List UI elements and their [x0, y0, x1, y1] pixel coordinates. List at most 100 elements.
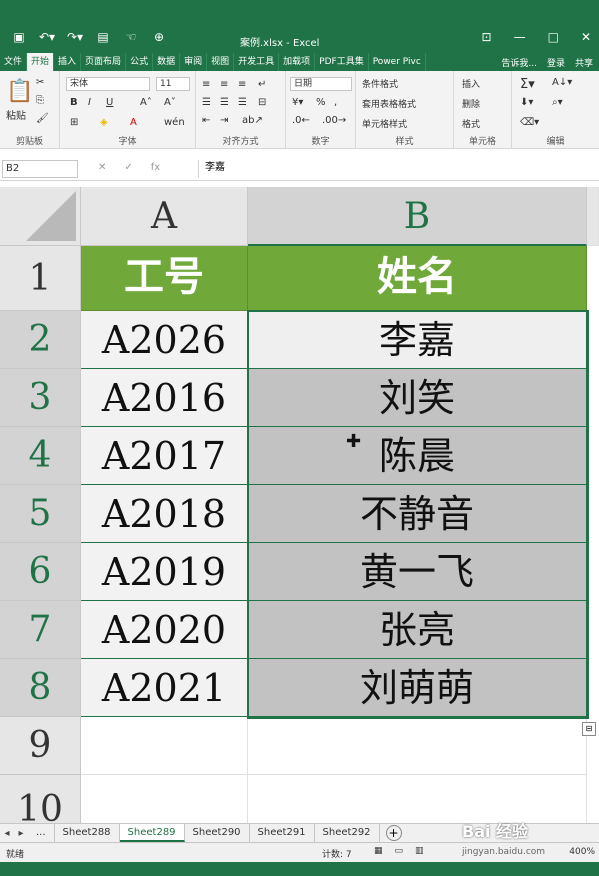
border-icon[interactable]: ⊞ [70, 117, 78, 128]
align-middle-icon[interactable]: ≡ [220, 79, 228, 90]
find-icon[interactable]: ⌕▾ [552, 97, 563, 108]
sheet-tab-more[interactable]: ... [28, 824, 55, 842]
cell-b6[interactable]: 黄一飞 [248, 543, 587, 601]
column-header-b[interactable]: B [248, 187, 587, 246]
cell-b9[interactable] [248, 717, 587, 775]
tab-developer[interactable]: 开发工具 [234, 53, 280, 71]
row-header-5[interactable]: 5 [0, 485, 81, 543]
page-break-view-icon[interactable]: ▥ [415, 846, 424, 856]
cell-a7[interactable]: A2020 [81, 601, 248, 659]
cell-a6[interactable]: A2019 [81, 543, 248, 601]
tab-pdf[interactable]: PDF工具集 [315, 53, 369, 71]
tab-power-pivot[interactable]: Power Pivc [369, 53, 426, 71]
undo-icon[interactable]: ↶▾ [38, 30, 56, 44]
sheet-nav-next-icon[interactable]: ▸ [14, 828, 28, 839]
cell-b8[interactable]: 刘萌萌 [248, 659, 587, 717]
cell-a2[interactable]: A2026 [81, 311, 248, 369]
tell-me-box[interactable]: 告诉我... [501, 56, 537, 69]
font-size-select[interactable]: 11 [156, 77, 190, 91]
sheet-tab-288[interactable]: Sheet288 [55, 824, 120, 842]
comma-icon[interactable]: , [334, 97, 337, 108]
tab-insert[interactable]: 插入 [54, 53, 82, 71]
sheet-tab-291[interactable]: Sheet291 [250, 824, 315, 842]
insert-function-icon[interactable]: fx [151, 162, 160, 173]
redo-icon[interactable]: ↷▾ [66, 30, 84, 44]
cell-b2[interactable]: 李嘉 [248, 311, 587, 369]
restore-ribbon-icon[interactable]: ⊡ [482, 30, 492, 44]
underline-icon[interactable]: U [106, 97, 113, 108]
row-header-10[interactable]: 10 [0, 775, 81, 823]
tab-page-layout[interactable]: 页面布局 [81, 53, 127, 71]
cell-a8[interactable]: A2021 [81, 659, 248, 717]
number-format-select[interactable]: 日期 [290, 77, 352, 91]
align-top-icon[interactable]: ≡ [202, 79, 210, 90]
save-icon[interactable]: ▣ [10, 30, 28, 44]
formula-input[interactable]: 李嘉 [198, 160, 599, 178]
cell-b4[interactable]: 陈晨 [248, 427, 587, 485]
enter-icon[interactable]: ✓ [124, 162, 132, 173]
row-header-3[interactable]: 3 [0, 369, 81, 427]
paste-label[interactable]: 粘贴 [6, 107, 26, 122]
quick-analysis-icon[interactable]: ⊟ [582, 722, 596, 736]
format-painter-icon[interactable]: 🖌 [36, 113, 49, 124]
add-sheet-icon[interactable]: + [385, 825, 402, 841]
font-name-select[interactable]: 宋体 [66, 77, 150, 91]
format-as-table-button[interactable]: 套用表格格式 [362, 97, 416, 110]
tab-home[interactable]: 开始 [27, 53, 55, 71]
grow-font-icon[interactable]: A˄ [140, 97, 152, 108]
cut-icon[interactable]: ✂ [36, 77, 44, 88]
format-cells-button[interactable]: 格式 [462, 117, 480, 130]
tab-view[interactable]: 视图 [207, 53, 235, 71]
sheet-tab-289[interactable]: Sheet289 [119, 824, 185, 842]
merge-icon[interactable]: ⊟ [258, 97, 266, 108]
cell-b3[interactable]: 刘笑 [248, 369, 587, 427]
copy-icon[interactable]: ⎘ [36, 95, 44, 106]
cancel-icon[interactable]: ✕ [98, 162, 106, 173]
cell-a5[interactable]: A2018 [81, 485, 248, 543]
form-icon[interactable]: ▤ [94, 30, 112, 44]
clear-icon[interactable]: ⌫▾ [520, 117, 539, 128]
indent-increase-icon[interactable]: ⇥ [220, 115, 228, 126]
indent-decrease-icon[interactable]: ⇤ [202, 115, 210, 126]
row-header-1[interactable]: 1 [0, 246, 81, 311]
row-header-9[interactable]: 9 [0, 717, 81, 775]
cell-a9[interactable] [81, 717, 248, 775]
cell-a4[interactable]: A2017 [81, 427, 248, 485]
italic-icon[interactable]: I [88, 97, 91, 108]
cell-a3[interactable]: A2016 [81, 369, 248, 427]
cell-styles-button[interactable]: 单元格样式 [362, 117, 407, 130]
normal-view-icon[interactable]: ▦ [374, 846, 383, 856]
close-icon[interactable]: ✕ [581, 30, 591, 44]
conditional-format-button[interactable]: 条件格式 [362, 77, 398, 90]
row-header-2[interactable]: 2 [0, 311, 81, 369]
row-header-6[interactable]: 6 [0, 543, 81, 601]
share-button[interactable]: 共享 [575, 56, 593, 69]
tab-addins[interactable]: 加载项 [279, 53, 316, 71]
column-header-a[interactable]: A [81, 187, 248, 246]
align-center-icon[interactable]: ☰ [220, 97, 229, 108]
cell-b10[interactable] [248, 775, 587, 823]
sheet-tab-292[interactable]: Sheet292 [315, 824, 380, 842]
orientation-icon[interactable]: ab↗ [242, 115, 263, 126]
tab-data[interactable]: 数据 [153, 53, 181, 71]
zoom-level[interactable]: 400% [569, 847, 595, 857]
decrease-decimal-icon[interactable]: .00→ [322, 115, 346, 126]
touch-icon[interactable]: ☜ [122, 30, 140, 44]
select-all-corner[interactable] [0, 187, 81, 246]
cell-b1[interactable]: 姓名 [248, 246, 587, 311]
fill-icon[interactable]: ⬇▾ [520, 97, 533, 108]
bold-icon[interactable]: B [70, 97, 78, 108]
sheet-tab-290[interactable]: Sheet290 [185, 824, 250, 842]
sort-filter-icon[interactable]: A↓▾ [552, 77, 572, 88]
phonetic-icon[interactable]: wén [164, 117, 185, 128]
align-bottom-icon[interactable]: ≡ [238, 79, 246, 90]
percent-icon[interactable]: % [316, 97, 326, 108]
currency-icon[interactable]: ¥▾ [292, 97, 303, 108]
align-left-icon[interactable]: ☰ [202, 97, 211, 108]
cell-b7[interactable]: 张亮 [248, 601, 587, 659]
minimize-icon[interactable]: — [514, 30, 526, 44]
sheet-nav-prev-icon[interactable]: ◂ [0, 828, 14, 839]
font-color-icon[interactable]: A [130, 117, 137, 128]
tab-file[interactable]: 文件 [0, 53, 28, 71]
align-right-icon[interactable]: ☰ [238, 97, 247, 108]
